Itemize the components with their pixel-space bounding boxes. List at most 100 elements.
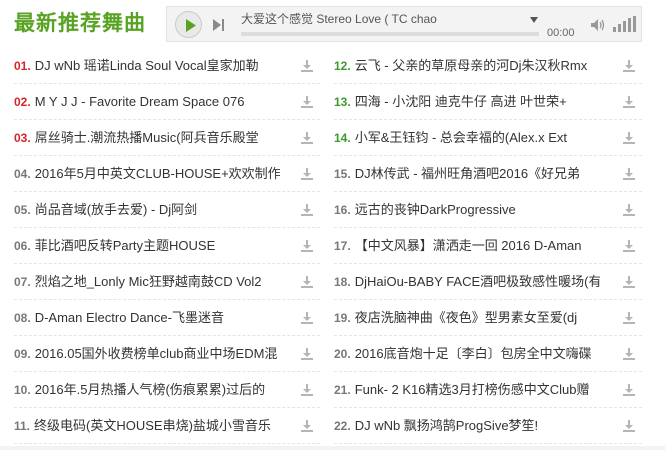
download-icon[interactable] bbox=[300, 383, 314, 397]
song-title-link[interactable]: 终级电码(英文HOUSE串烧)盐城小雪音乐 bbox=[34, 408, 279, 444]
download-icon[interactable] bbox=[622, 59, 636, 73]
song-rank-number: 09. bbox=[14, 347, 31, 361]
bottom-divider bbox=[0, 446, 665, 450]
song-row[interactable]: 17. 【中文风暴】潇洒走一回 2016 D-Aman bbox=[334, 228, 642, 264]
song-row[interactable]: 20. 2016底音炮十足〔李白〕包房全中文嗨碟 bbox=[334, 336, 642, 372]
song-row[interactable]: 12. 云飞 - 父亲的草原母亲的河Dj朱汉秋Rmx bbox=[334, 48, 642, 84]
song-rank-number: 14. bbox=[334, 131, 351, 145]
download-icon[interactable] bbox=[300, 419, 314, 433]
download-icon[interactable] bbox=[622, 167, 636, 181]
music-player: 大爱这个感觉 Stereo Love ( TC chao 00:00 bbox=[166, 6, 642, 42]
song-title-link[interactable]: 2016底音炮十足〔李白〕包房全中文嗨碟 bbox=[355, 336, 600, 372]
song-title-link[interactable]: M Y J J - Favorite Dream Space 076 bbox=[35, 84, 280, 120]
song-rank-number: 22. bbox=[334, 419, 351, 433]
song-title-link[interactable]: DJ wNb 瑶诺Linda Soul Vocal皇家加勒 bbox=[35, 48, 280, 84]
section-title: 最新推荐舞曲 bbox=[14, 11, 146, 35]
song-title-link[interactable]: DjHaiOu-BABY FACE酒吧极致感性暖场(有 bbox=[355, 264, 600, 300]
song-title-link[interactable]: 云飞 - 父亲的草原母亲的河Dj朱汉秋Rmx bbox=[355, 48, 600, 84]
song-rank-number: 12. bbox=[334, 59, 351, 73]
song-title-link[interactable]: DJ林传武 - 福州旺角酒吧2016《好兄弟 bbox=[355, 156, 600, 192]
next-icon[interactable] bbox=[209, 16, 227, 34]
song-row[interactable]: 10. 2016年.5月热播人气榜(伤痕累累)过后的 bbox=[14, 372, 320, 408]
song-rank-number: 03. bbox=[14, 131, 31, 145]
song-row[interactable]: 04. 2016年5月中英文CLUB-HOUSE+欢欢制作 bbox=[14, 156, 320, 192]
song-rank-number: 01. bbox=[14, 59, 31, 73]
volume-bars-icon[interactable] bbox=[613, 16, 639, 32]
volume-icon[interactable] bbox=[590, 17, 606, 33]
now-playing-title: 大爱这个感觉 Stereo Love ( TC chao bbox=[241, 12, 437, 26]
song-row[interactable]: 16. 远古的丧钟DarkProgressive bbox=[334, 192, 642, 228]
song-rank-number: 15. bbox=[334, 167, 351, 181]
song-rank-number: 18. bbox=[334, 275, 351, 289]
download-icon[interactable] bbox=[622, 203, 636, 217]
song-row[interactable]: 21. Funk- 2 K16精选3月打榜伤感中文Club赠 bbox=[334, 372, 642, 408]
song-rank-number: 07. bbox=[14, 275, 31, 289]
download-icon[interactable] bbox=[300, 275, 314, 289]
song-rank-number: 17. bbox=[334, 239, 351, 253]
song-rank-number: 06. bbox=[14, 239, 31, 253]
song-row[interactable]: 05. 尚品音域(放手去爱) - Dj阿剑 bbox=[14, 192, 320, 228]
song-row[interactable]: 13. 四海 - 小沈阳 迪克牛仔 高进 叶世荣+ bbox=[334, 84, 642, 120]
song-rank-number: 05. bbox=[14, 203, 31, 217]
download-icon[interactable] bbox=[300, 203, 314, 217]
song-row[interactable]: 01. DJ wNb 瑶诺Linda Soul Vocal皇家加勒 bbox=[14, 48, 320, 84]
song-title-link[interactable]: 夜店洗脑神曲《夜色》型男素女至爱(dj bbox=[355, 300, 600, 336]
song-row[interactable]: 03. 屌丝骑士.潮流热播Music(阿兵音乐殿堂 bbox=[14, 120, 320, 156]
download-icon[interactable] bbox=[300, 59, 314, 73]
song-title-link[interactable]: D-Aman Electro Dance-飞墨迷音 bbox=[35, 300, 280, 336]
dance-music-widget: 最新推荐舞曲 大爱这个感觉 Stereo Love ( TC chao 00:0… bbox=[0, 0, 665, 450]
song-rank-number: 19. bbox=[334, 311, 351, 325]
song-title-link[interactable]: 菲比酒吧反转Party主题HOUSE bbox=[35, 228, 280, 264]
download-icon[interactable] bbox=[300, 167, 314, 181]
download-icon[interactable] bbox=[300, 311, 314, 325]
song-title-link[interactable]: 屌丝骑士.潮流热播Music(阿兵音乐殿堂 bbox=[35, 120, 280, 156]
song-rank-number: 04. bbox=[14, 167, 31, 181]
play-button[interactable] bbox=[175, 11, 202, 38]
song-title-link[interactable]: 尚品音域(放手去爱) - Dj阿剑 bbox=[35, 192, 280, 228]
song-row[interactable]: 07. 烈焰之地_Lonly Mic狂野越南鼓CD Vol2 bbox=[14, 264, 320, 300]
download-icon[interactable] bbox=[622, 275, 636, 289]
download-icon[interactable] bbox=[300, 239, 314, 253]
song-row[interactable]: 06. 菲比酒吧反转Party主题HOUSE bbox=[14, 228, 320, 264]
song-row[interactable]: 18. DjHaiOu-BABY FACE酒吧极致感性暖场(有 bbox=[334, 264, 642, 300]
download-icon[interactable] bbox=[622, 131, 636, 145]
song-row[interactable]: 19. 夜店洗脑神曲《夜色》型男素女至爱(dj bbox=[334, 300, 642, 336]
song-title-link[interactable]: Funk- 2 K16精选3月打榜伤感中文Club赠 bbox=[355, 372, 600, 408]
download-icon[interactable] bbox=[622, 419, 636, 433]
progress-bar[interactable] bbox=[241, 32, 539, 36]
widget-header: 最新推荐舞曲 大爱这个感觉 Stereo Love ( TC chao 00:0… bbox=[0, 0, 665, 48]
play-icon bbox=[186, 19, 196, 32]
download-icon[interactable] bbox=[622, 347, 636, 361]
song-title-link[interactable]: 2016.05国外收费榜单club商业中场EDM混 bbox=[35, 336, 280, 372]
download-icon[interactable] bbox=[622, 239, 636, 253]
song-row[interactable]: 14. 小军&王钰钧 - 总会幸福的(Alex.x Ext bbox=[334, 120, 642, 156]
song-row[interactable]: 22. DJ wNb 飘扬鸿鹄ProgSive梦笙! bbox=[334, 408, 642, 444]
download-icon[interactable] bbox=[300, 95, 314, 109]
song-rank-number: 02. bbox=[14, 95, 31, 109]
song-row[interactable]: 08. D-Aman Electro Dance-飞墨迷音 bbox=[14, 300, 320, 336]
song-row[interactable]: 11. 终级电码(英文HOUSE串烧)盐城小雪音乐 bbox=[14, 408, 320, 444]
download-icon[interactable] bbox=[300, 347, 314, 361]
song-row[interactable]: 09. 2016.05国外收费榜单club商业中场EDM混 bbox=[14, 336, 320, 372]
song-rank-number: 16. bbox=[334, 203, 351, 217]
song-title-link[interactable]: 烈焰之地_Lonly Mic狂野越南鼓CD Vol2 bbox=[35, 264, 280, 300]
song-title-link[interactable]: 2016年5月中英文CLUB-HOUSE+欢欢制作 bbox=[35, 156, 280, 192]
song-title-link[interactable]: 四海 - 小沈阳 迪克牛仔 高进 叶世荣+ bbox=[355, 84, 600, 120]
song-rank-number: 08. bbox=[14, 311, 31, 325]
song-rank-number: 21. bbox=[334, 383, 351, 397]
song-title-link[interactable]: DJ wNb 飘扬鸿鹄ProgSive梦笙! bbox=[355, 408, 600, 444]
download-icon[interactable] bbox=[622, 95, 636, 109]
song-rank-number: 10. bbox=[14, 383, 31, 397]
song-title-link[interactable]: 远古的丧钟DarkProgressive bbox=[355, 192, 600, 228]
song-title-link[interactable]: 【中文风暴】潇洒走一回 2016 D-Aman bbox=[355, 228, 600, 264]
chevron-down-icon[interactable] bbox=[529, 16, 539, 24]
song-row[interactable]: 15. DJ林传武 - 福州旺角酒吧2016《好兄弟 bbox=[334, 156, 642, 192]
song-rank-number: 20. bbox=[334, 347, 351, 361]
download-icon[interactable] bbox=[622, 383, 636, 397]
download-icon[interactable] bbox=[300, 131, 314, 145]
time-display: 00:00 bbox=[547, 27, 575, 39]
song-title-link[interactable]: 2016年.5月热播人气榜(伤痕累累)过后的 bbox=[35, 372, 280, 408]
download-icon[interactable] bbox=[622, 311, 636, 325]
song-row[interactable]: 02. M Y J J - Favorite Dream Space 076 bbox=[14, 84, 320, 120]
song-title-link[interactable]: 小军&王钰钧 - 总会幸福的(Alex.x Ext bbox=[355, 120, 600, 156]
